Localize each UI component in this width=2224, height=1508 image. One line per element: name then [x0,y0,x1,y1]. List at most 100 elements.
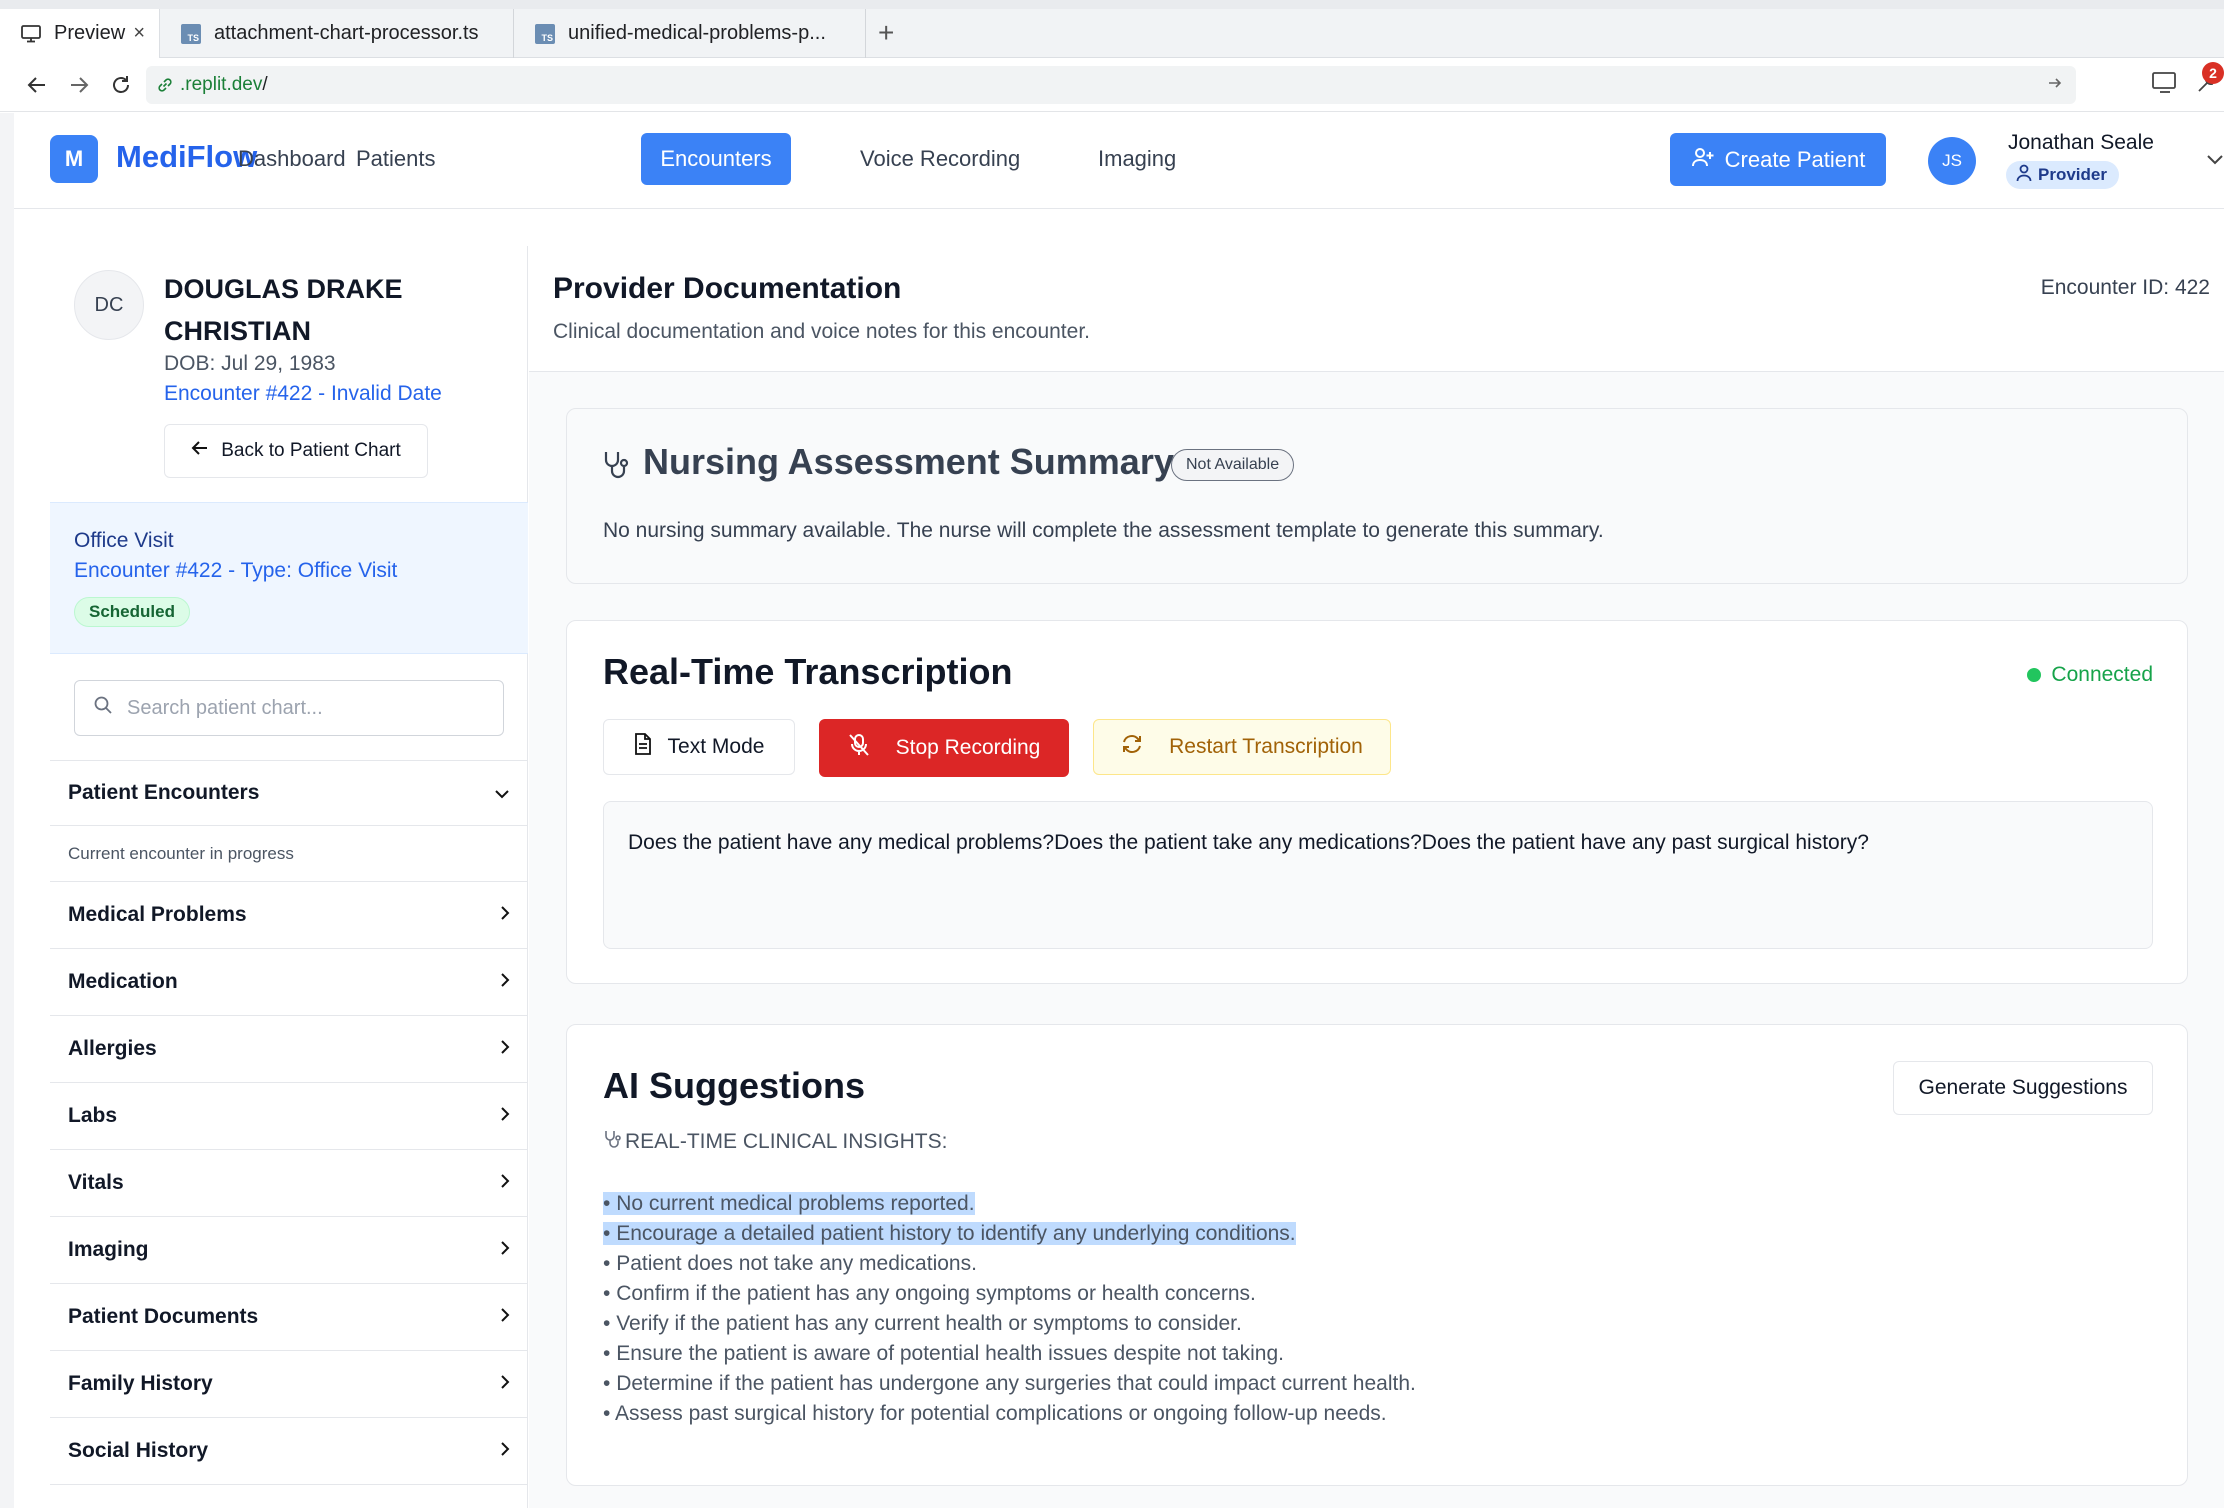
patient-sidebar: DC DOUGLAS DRAKE CHRISTIAN DOB: Jul 29, … [50,246,528,1508]
user-name[interactable]: Jonathan Seale [2008,131,2154,155]
transcript-box[interactable]: Does the patient have any medical proble… [603,801,2153,949]
bullet: • [603,1252,611,1275]
back-to-patient-chart-button[interactable]: Back to Patient Chart [164,424,428,478]
sidebar-item-social-history[interactable]: Social History [50,1418,528,1485]
sidebar-item-label: Medication [68,970,178,993]
url-field[interactable]: .replit.dev / [146,66,2076,104]
create-patient-button[interactable]: Create Patient [1670,133,1886,186]
back-button-label: Back to Patient Chart [221,440,401,461]
link-icon [156,76,174,94]
tab-label: Preview [54,22,126,44]
restart-transcription-button[interactable]: Restart Transcription [1093,719,1391,775]
tab-unified-medical-problems[interactable]: TS unified-medical-problems-p... [514,9,866,58]
app-header: M MediFlow Dashboard Patients Encounters… [14,113,2224,209]
ai-suggestions-card: AI Suggestions Generate Suggestions REAL… [566,1024,2188,1486]
current-encounter-note: Current encounter in progress [50,826,528,882]
bullet: • [603,1192,611,1215]
sidebar-item-allergies[interactable]: Allergies [50,1016,528,1083]
suggestion-text: Verify if the patient has any current he… [616,1312,1242,1335]
generate-suggestions-button[interactable]: Generate Suggestions [1893,1061,2153,1115]
chevron-right-icon [500,1037,510,1061]
new-tab-plus-icon[interactable]: + [878,16,894,50]
connection-status-label: Connected [2051,663,2153,686]
user-icon [2016,164,2032,187]
suggestion-text: Patient does not take any medications. [616,1252,977,1275]
device-preview-icon[interactable] [2152,72,2178,99]
sidebar-item-label: Social History [68,1439,209,1462]
sidebar-item-label: Vitals [68,1171,124,1194]
sidebar-item-label: Medical Problems [68,903,247,926]
nav-imaging[interactable]: Imaging [1080,133,1194,185]
list-item: • Ensure the patient is aware of potenti… [603,1339,2143,1369]
search-field[interactable] [74,680,504,736]
back-arrow-icon[interactable] [22,70,52,100]
text-mode-button[interactable]: Text Mode [603,719,795,775]
list-item: • Encourage a detailed patient history t… [603,1219,2143,1249]
sidebar-item-medical-problems[interactable]: Medical Problems [50,882,528,949]
documentation-header: Provider Documentation Clinical document… [529,246,2224,372]
tab-label: unified-medical-problems-p... [568,22,826,44]
stethoscope-icon [601,449,631,486]
tab-attachment-chart-processor[interactable]: TS attachment-chart-processor.ts [160,9,514,58]
url-host: .replit.dev [180,74,263,95]
chevron-right-icon [500,1305,510,1329]
sidebar-item-label: Patient Documents [68,1305,259,1328]
role-badge: Provider [2006,161,2119,189]
stop-recording-button[interactable]: Stop Recording [819,719,1069,777]
reload-icon[interactable] [106,70,136,100]
encounter-id: Encounter ID: 422 [2040,276,2210,299]
nav-patients[interactable]: Patients [338,133,454,185]
typescript-file-icon: TS [180,23,202,45]
close-icon[interactable]: × [133,22,145,45]
list-item: • Verify if the patient has any current … [603,1309,2143,1339]
app-logo[interactable]: M [50,135,98,183]
nursing-assessment-card: Nursing Assessment Summary Not Available… [566,408,2188,584]
search-input[interactable] [127,696,487,720]
clinical-insights-heading: REAL-TIME CLINICAL INSIGHTS: [603,1129,947,1155]
patient-name: DOUGLAS DRAKE CHRISTIAN [164,274,403,346]
chevron-right-icon [500,1104,510,1128]
sidebar-item-imaging[interactable]: Imaging [50,1217,528,1284]
typescript-file-icon: TS [534,23,556,45]
patient-avatar: DC [74,270,144,340]
sidebar-item-label: Allergies [68,1037,157,1060]
nursing-summary-text: No nursing summary available. The nurse … [603,519,1604,542]
stethoscope-icon [603,1129,621,1155]
suggestion-text: Ensure the patient is aware of potential… [616,1342,1284,1365]
sidebar-item-label: Family History [68,1372,213,1395]
main-content: Provider Documentation Clinical document… [529,246,2224,1508]
sidebar-item-patient-documents[interactable]: Patient Documents [50,1284,528,1351]
sidebar-item-medication[interactable]: Medication [50,949,528,1016]
connection-status: Connected [2027,663,2153,687]
sidebar-item-family-history[interactable]: Family History [50,1351,528,1418]
forward-arrow-icon[interactable] [64,70,94,100]
encounter-link[interactable]: Encounter #422 - Invalid Date [164,382,442,406]
not-available-badge: Not Available [1171,449,1295,481]
chevron-right-icon [500,1238,510,1262]
role-label: Provider [2038,165,2107,184]
patient-encounters-section[interactable]: Patient Encounters [50,760,528,826]
chevron-right-icon [500,1439,510,1463]
sidebar-item-vitals[interactable]: Vitals [50,1150,528,1217]
user-avatar[interactable]: JS [1928,137,1976,185]
bullet: • [603,1222,611,1245]
tab-bar-top-strip [0,0,2224,9]
sidebar-item-label: Labs [68,1104,118,1127]
page-subtitle: Clinical documentation and voice notes f… [553,320,1090,343]
bullet: • [603,1282,611,1305]
restart-transcription-label: Restart Transcription [1169,735,1363,758]
list-item: • No current medical problems reported. [603,1189,2143,1219]
tab-label: attachment-chart-processor.ts [214,22,479,44]
visit-subtitle: Encounter #422 - Type: Office Visit [74,559,398,582]
sidebar-item-labs[interactable]: Labs [50,1083,528,1150]
chevron-right-icon [500,1171,510,1195]
chevron-down-icon [494,781,510,805]
nav-voice-recording[interactable]: Voice Recording [842,133,1038,185]
go-arrow-icon[interactable] [2046,74,2064,98]
tab-preview[interactable]: Preview × [0,9,160,58]
chevron-down-icon[interactable] [2206,153,2224,171]
nav-encounters[interactable]: Encounters [641,133,791,185]
refresh-icon [1121,733,1143,761]
window-left-edge [0,113,14,1508]
create-patient-label: Create Patient [1724,146,1866,172]
